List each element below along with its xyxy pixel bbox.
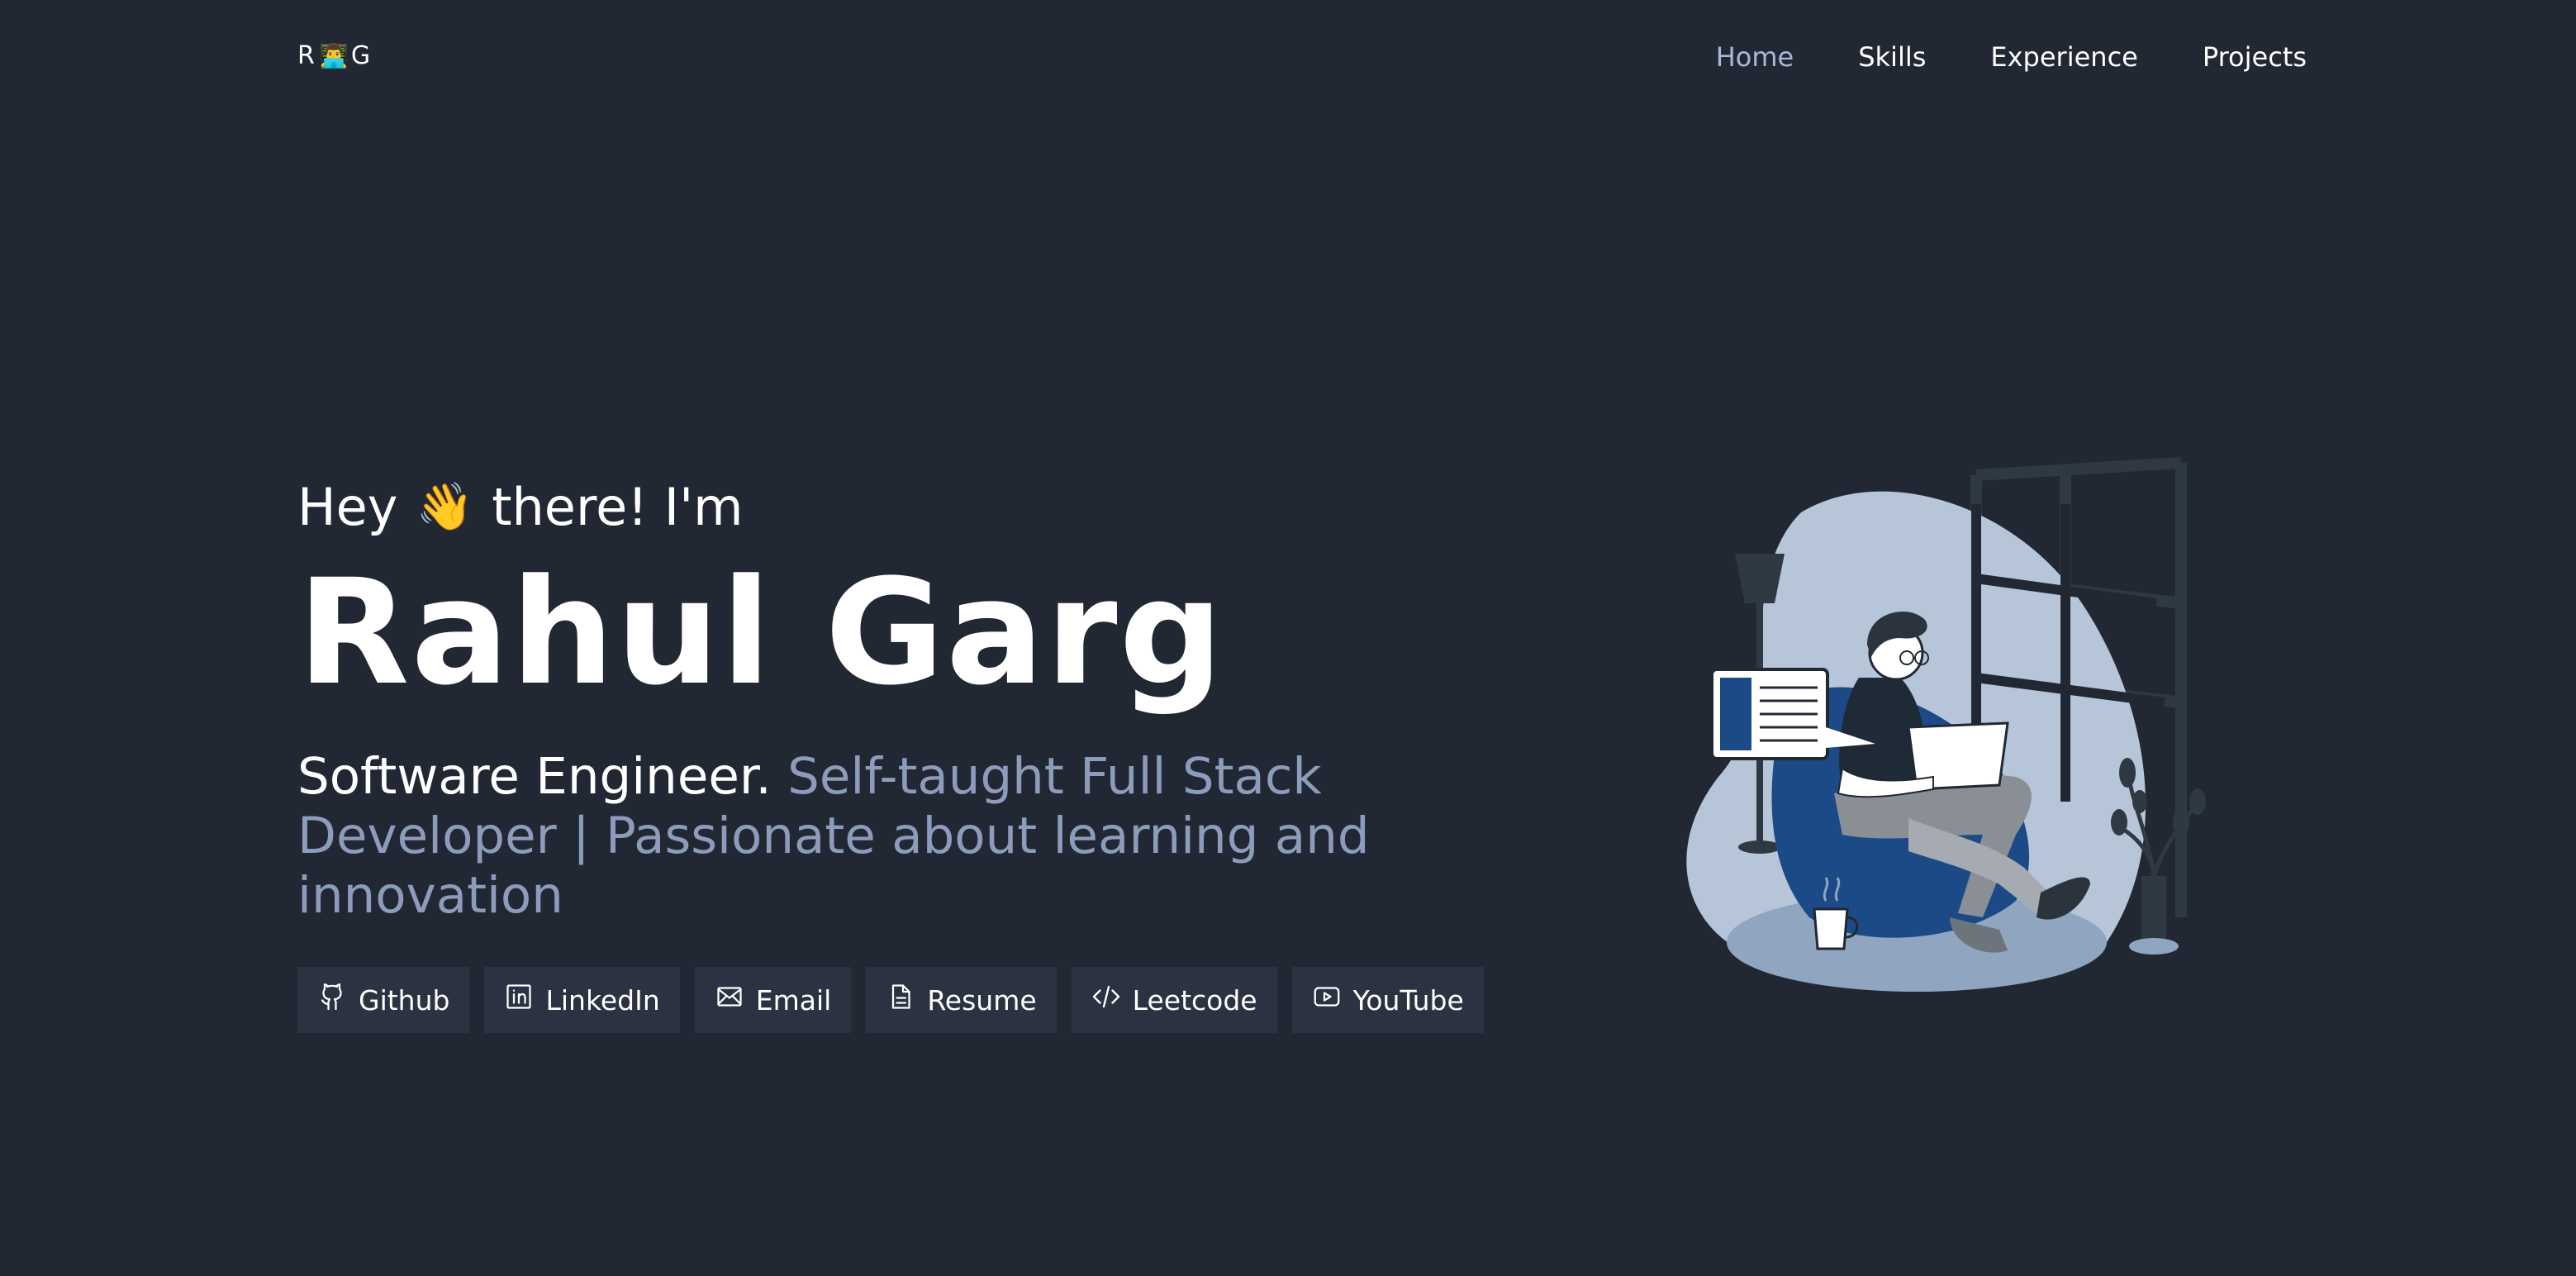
youtube-button[interactable]: YouTube xyxy=(1291,967,1484,1033)
github-label: Github xyxy=(359,983,450,1017)
code-icon xyxy=(1091,982,1121,1018)
mail-icon xyxy=(715,982,744,1018)
tagline-role: Software Engineer. xyxy=(297,747,772,806)
github-icon xyxy=(317,982,347,1018)
site-logo[interactable]: R 👨‍💻 G xyxy=(297,41,372,70)
github-button[interactable]: Github xyxy=(297,967,470,1033)
greeting-rest: there! I'm xyxy=(492,476,744,537)
developer-illustration xyxy=(1669,455,2214,1017)
hero-tagline: Software Engineer. Self-taught Full Stac… xyxy=(297,747,1586,926)
logo-letter-r: R xyxy=(297,41,316,70)
hero-section: Hey 👋 there! I'm Rahul Garg Software Eng… xyxy=(297,471,1652,1033)
nav-experience[interactable]: Experience xyxy=(1990,41,2137,73)
main-nav: Home Skills Experience Projects xyxy=(1716,41,2307,73)
leetcode-label: Leetcode xyxy=(1132,983,1257,1017)
waving-hand-icon: 👋 xyxy=(416,480,474,534)
linkedin-label: LinkedIn xyxy=(545,983,660,1017)
page: R 👨‍💻 G Home Skills Experience Projects … xyxy=(0,0,2576,1276)
social-links: Github LinkedIn Email Resume Leetcode Yo… xyxy=(297,967,1652,1033)
developer-emoji-icon: 👨‍💻 xyxy=(319,41,350,69)
greeting: Hey 👋 there! I'm xyxy=(297,471,1652,542)
nav-home[interactable]: Home xyxy=(1716,41,1794,73)
youtube-icon xyxy=(1312,982,1342,1018)
greeting-hey: Hey xyxy=(297,476,398,537)
email-label: Email xyxy=(755,983,832,1017)
leetcode-button[interactable]: Leetcode xyxy=(1071,967,1277,1033)
resume-button[interactable]: Resume xyxy=(866,967,1057,1033)
linkedin-button[interactable]: LinkedIn xyxy=(484,967,680,1033)
document-icon xyxy=(886,982,915,1018)
linkedin-icon xyxy=(504,982,534,1018)
youtube-label: YouTube xyxy=(1352,983,1464,1017)
resume-label: Resume xyxy=(927,983,1037,1017)
nav-skills[interactable]: Skills xyxy=(1858,41,1926,73)
logo-letter-g: G xyxy=(350,41,373,70)
hero-name: Rahul Garg xyxy=(297,548,1225,717)
developer-illustration-svg xyxy=(1686,457,2206,992)
nav-projects[interactable]: Projects xyxy=(2203,41,2307,73)
email-button[interactable]: Email xyxy=(694,967,852,1033)
